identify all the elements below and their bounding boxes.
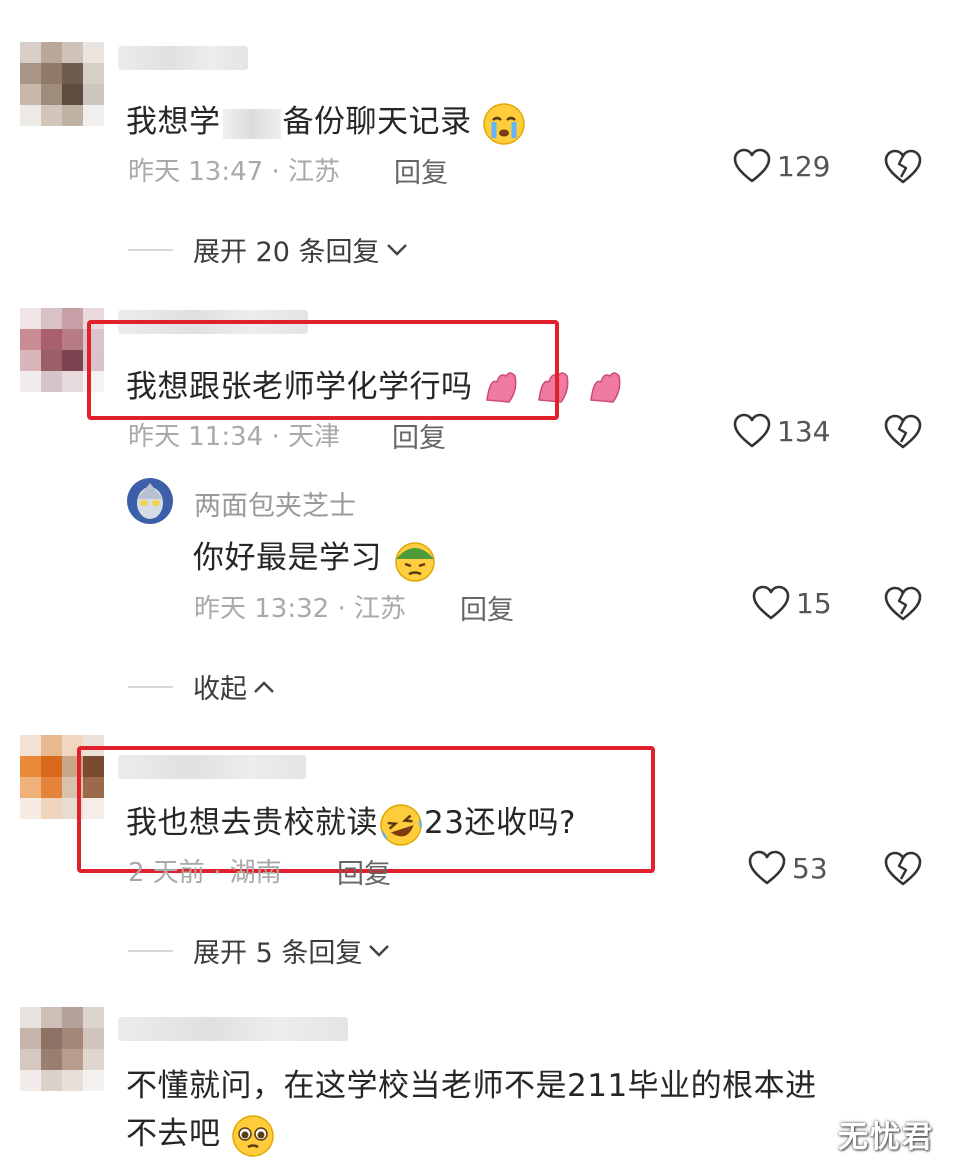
username-blurred[interactable] bbox=[118, 46, 248, 70]
reply-author-avatar[interactable] bbox=[126, 477, 174, 525]
reply-text: 你好最是学习 bbox=[193, 532, 438, 583]
comment-text: 不懂就问，在这学校当老师不是211毕业的根本进 bbox=[126, 1068, 817, 1104]
reply-button[interactable]: 回复 bbox=[392, 416, 446, 455]
divider-line bbox=[128, 685, 173, 688]
like-count: 53 bbox=[792, 851, 828, 885]
collapse-label: 收起 bbox=[193, 674, 247, 705]
pleading-face-emoji bbox=[232, 1114, 274, 1157]
helmet-face-emoji bbox=[395, 541, 436, 582]
redaction-blur bbox=[222, 108, 281, 139]
collapse-replies[interactable]: 收起 bbox=[128, 667, 275, 706]
dislike-broken-heart-icon[interactable] bbox=[884, 586, 922, 622]
heart-icon bbox=[748, 850, 786, 885]
like-count: 15 bbox=[796, 586, 832, 620]
heart-icon bbox=[752, 585, 790, 620]
comment-text-line2: 不去吧 bbox=[126, 1108, 275, 1158]
reply-author-name[interactable]: 两面包夹芝士 bbox=[194, 484, 356, 523]
like-button[interactable]: 134 bbox=[733, 413, 830, 449]
expand-replies-label: 展开 5 条回复 bbox=[193, 938, 363, 969]
expand-replies-label: 展开 20 条回复 bbox=[193, 237, 380, 268]
reply-button[interactable]: 回复 bbox=[394, 151, 448, 190]
divider-line bbox=[128, 248, 173, 251]
chevron-down-icon bbox=[386, 243, 407, 256]
comment-meta: 昨天 11:34 · 天津 bbox=[128, 422, 340, 452]
username-blurred[interactable] bbox=[118, 1017, 348, 1041]
watermark: 无忧君 bbox=[838, 1120, 934, 1155]
divider-line bbox=[128, 949, 173, 952]
chevron-down-icon bbox=[369, 944, 390, 957]
avatar[interactable] bbox=[20, 1007, 104, 1091]
chevron-up-icon bbox=[254, 680, 274, 693]
heart-icon bbox=[733, 413, 771, 448]
reply-meta: 昨天 13:32 · 江苏 bbox=[194, 594, 406, 624]
crying-face-emoji bbox=[483, 102, 525, 145]
expand-replies[interactable]: 展开 5 条回复 bbox=[128, 931, 390, 970]
dislike-broken-heart-icon[interactable] bbox=[884, 414, 922, 450]
comment-meta: 2 天前 · 湖南 bbox=[128, 858, 282, 888]
like-button[interactable]: 129 bbox=[733, 148, 830, 184]
dislike-broken-heart-icon[interactable] bbox=[884, 149, 922, 185]
heart-icon bbox=[733, 148, 771, 183]
comment-text: 我想学 备份聊天记录 bbox=[126, 96, 526, 146]
dislike-broken-heart-icon[interactable] bbox=[884, 851, 922, 887]
like-count: 129 bbox=[777, 149, 831, 183]
highlight-box bbox=[87, 320, 559, 420]
comment-meta: 昨天 13:47 · 江苏 bbox=[128, 157, 340, 187]
like-button[interactable]: 15 bbox=[752, 585, 832, 621]
reply-button[interactable]: 回复 bbox=[460, 588, 514, 627]
like-count: 134 bbox=[777, 414, 831, 448]
reply-button[interactable]: 回复 bbox=[337, 852, 391, 891]
like-button[interactable]: 53 bbox=[748, 850, 828, 886]
avatar[interactable] bbox=[20, 42, 104, 126]
expand-replies[interactable]: 展开 20 条回复 bbox=[128, 230, 408, 269]
